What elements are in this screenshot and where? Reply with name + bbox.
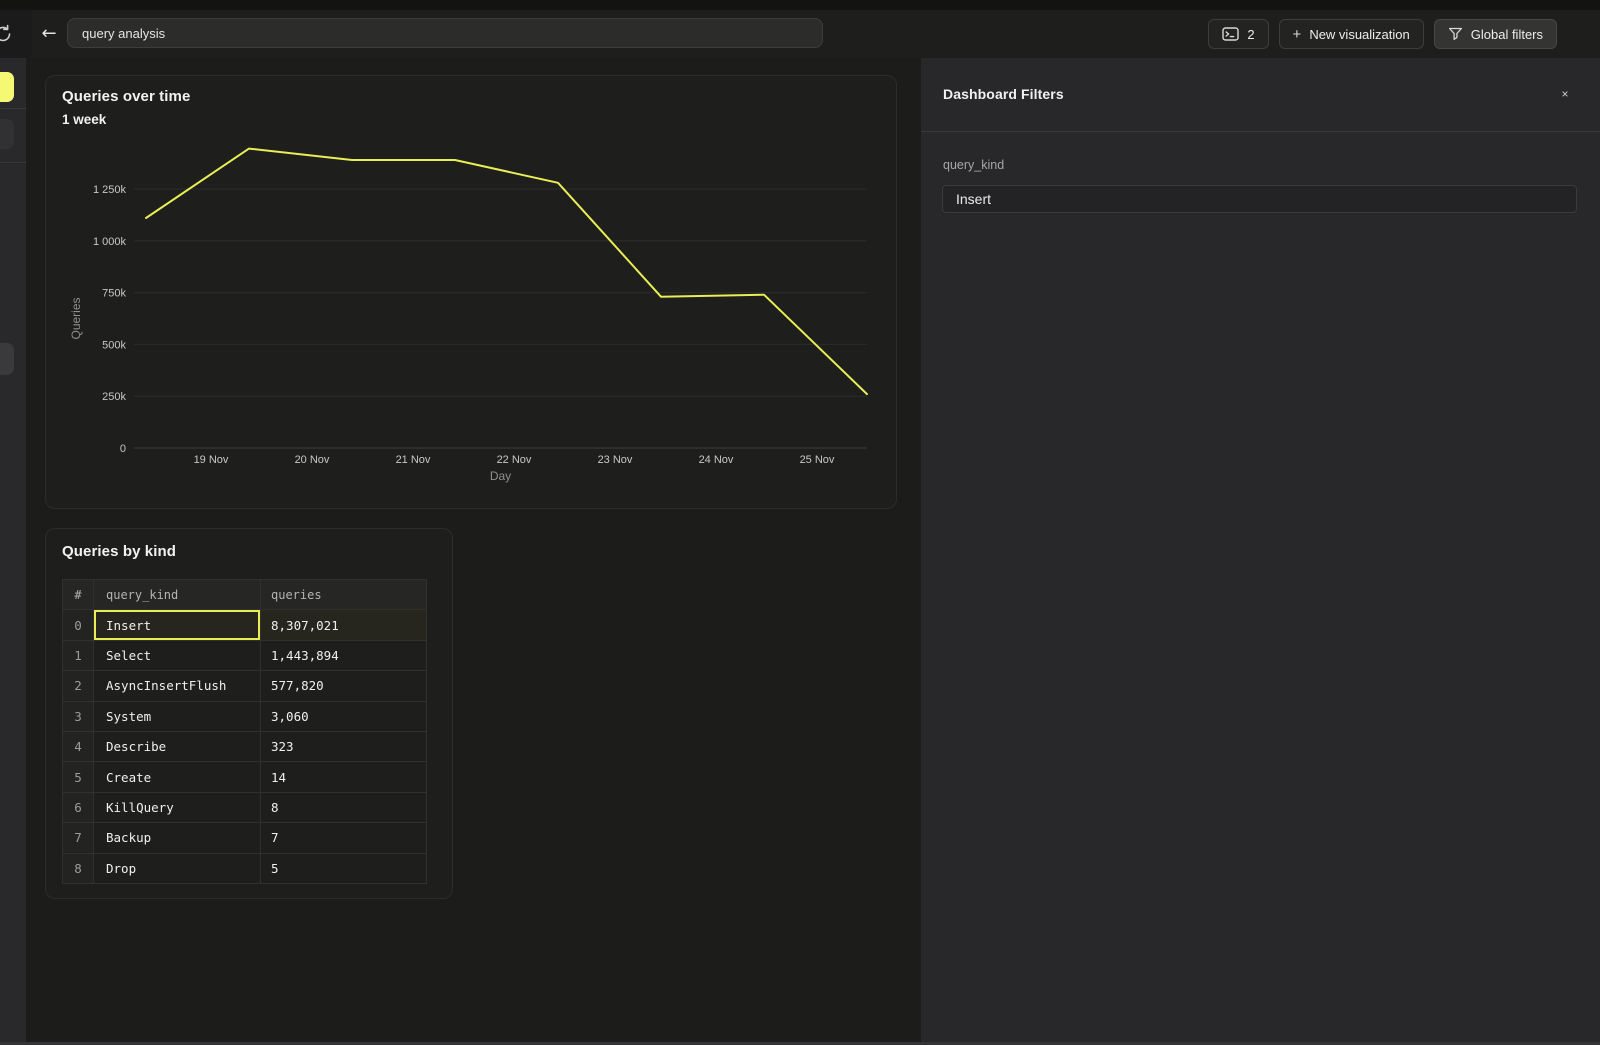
- queries-cell[interactable]: 8: [261, 792, 427, 822]
- sidebar: [0, 58, 26, 1042]
- table-row[interactable]: 6KillQuery8: [63, 792, 427, 822]
- query-kind-cell[interactable]: Create: [94, 762, 261, 792]
- queries-cell[interactable]: 323: [261, 731, 427, 761]
- query-kind-cell[interactable]: AsyncInsertFlush: [94, 671, 261, 701]
- queries-cell[interactable]: 3,060: [261, 701, 427, 731]
- sidebar-item-active[interactable]: [0, 72, 14, 102]
- svg-text:22 Nov: 22 Nov: [497, 454, 532, 466]
- dashboard-filters-panel: Dashboard Filters × query_kind: [921, 58, 1600, 1042]
- sidebar-divider: [0, 108, 26, 109]
- table-row[interactable]: 0Insert8,307,021: [63, 610, 427, 640]
- row-index-cell[interactable]: 7: [63, 823, 94, 853]
- svg-text:1 000k: 1 000k: [93, 236, 127, 248]
- table-row[interactable]: 2AsyncInsertFlush577,820: [63, 671, 427, 701]
- svg-text:750k: 750k: [102, 288, 126, 300]
- svg-text:Day: Day: [490, 469, 511, 483]
- terminal-panel-icon: [1222, 27, 1239, 41]
- new-visualization-label: New visualization: [1309, 27, 1409, 42]
- window-top-edge: [0, 0, 1600, 10]
- row-index-cell[interactable]: 8: [63, 853, 94, 883]
- queries-over-time-card: Queries over time 1 week 0250k500k750k1 …: [45, 75, 897, 509]
- query-kind-cell[interactable]: System: [94, 701, 261, 731]
- svg-text:24 Nov: 24 Nov: [699, 454, 734, 466]
- sidebar-item-2[interactable]: [0, 119, 14, 149]
- svg-text:500k: 500k: [102, 339, 126, 351]
- global-filters-button[interactable]: Global filters: [1434, 19, 1557, 49]
- top-bar: ← 2 + New visualization Global filter: [0, 10, 1600, 59]
- close-icon[interactable]: ×: [1556, 85, 1574, 103]
- svg-text:0: 0: [120, 443, 126, 455]
- top-bar-actions: 2 + New visualization Global filters: [1208, 19, 1557, 49]
- sidebar-item-3[interactable]: [0, 343, 14, 375]
- row-index-cell[interactable]: 4: [63, 731, 94, 761]
- row-index-cell[interactable]: 0: [63, 610, 94, 640]
- console-count-button[interactable]: 2: [1208, 19, 1268, 49]
- new-visualization-button[interactable]: + New visualization: [1279, 19, 1424, 49]
- column-header-query-kind[interactable]: query_kind: [94, 580, 261, 610]
- queries-cell[interactable]: 5: [261, 853, 427, 883]
- row-index-cell[interactable]: 2: [63, 671, 94, 701]
- svg-text:19 Nov: 19 Nov: [194, 454, 229, 466]
- queries-cell[interactable]: 1,443,894: [261, 640, 427, 670]
- queries-cell[interactable]: 7: [261, 823, 427, 853]
- funnel-icon: [1448, 27, 1463, 41]
- table-header-row: # query_kind queries: [63, 580, 427, 610]
- column-header-index[interactable]: #: [63, 580, 94, 610]
- plus-icon: +: [1293, 27, 1302, 42]
- query-kind-filter-input[interactable]: [942, 185, 1577, 213]
- table-title: Queries by kind: [62, 543, 176, 560]
- console-count: 2: [1247, 27, 1254, 42]
- query-kind-cell[interactable]: Drop: [94, 853, 261, 883]
- svg-text:23 Nov: 23 Nov: [598, 454, 633, 466]
- svg-text:20 Nov: 20 Nov: [295, 454, 330, 466]
- column-header-queries[interactable]: queries: [261, 580, 427, 610]
- svg-text:21 Nov: 21 Nov: [396, 454, 431, 466]
- query-kind-cell[interactable]: Describe: [94, 731, 261, 761]
- query-kind-cell[interactable]: KillQuery: [94, 792, 261, 822]
- filters-panel-title: Dashboard Filters: [943, 86, 1064, 102]
- global-filters-label: Global filters: [1471, 27, 1543, 42]
- table-row[interactable]: 8Drop5: [63, 853, 427, 883]
- dashboard-canvas: Queries over time 1 week 0250k500k750k1 …: [26, 58, 921, 1042]
- queries-over-time-chart[interactable]: 0 250k 500k 750k 1 000k 1 250k 19 Nov 20 Nov 21 …: [46, 76, 896, 508]
- filters-panel-header: Dashboard Filters ×: [921, 58, 1600, 132]
- sidebar-divider: [0, 162, 26, 163]
- query-kind-cell[interactable]: Select: [94, 640, 261, 670]
- table-row[interactable]: 3System3,060: [63, 701, 427, 731]
- dashboard-title-input[interactable]: [67, 18, 823, 48]
- svg-text:Queries: Queries: [69, 297, 83, 339]
- queries-by-kind-card: Queries by kind # query_kind queries 0In…: [45, 528, 453, 899]
- filter-field-label: query_kind: [943, 158, 1004, 172]
- back-button[interactable]: ←: [38, 23, 60, 45]
- row-index-cell[interactable]: 3: [63, 701, 94, 731]
- table-row[interactable]: 7Backup7: [63, 823, 427, 853]
- row-index-cell[interactable]: 5: [63, 762, 94, 792]
- svg-text:25 Nov: 25 Nov: [800, 454, 835, 466]
- row-index-cell[interactable]: 6: [63, 792, 94, 822]
- query-kind-cell[interactable]: Backup: [94, 823, 261, 853]
- queries-by-kind-table: # query_kind queries 0Insert8,307,0211Se…: [62, 579, 427, 884]
- queries-cell[interactable]: 14: [261, 762, 427, 792]
- table-row[interactable]: 4Describe323: [63, 731, 427, 761]
- queries-cell[interactable]: 8,307,021: [261, 610, 427, 640]
- refresh-icon[interactable]: [0, 23, 14, 45]
- table-row[interactable]: 5Create14: [63, 762, 427, 792]
- queries-cell[interactable]: 577,820: [261, 671, 427, 701]
- query-kind-cell[interactable]: Insert: [94, 610, 261, 640]
- svg-text:250k: 250k: [102, 391, 126, 403]
- svg-text:1 250k: 1 250k: [93, 184, 127, 196]
- table-row[interactable]: 1Select1,443,894: [63, 640, 427, 670]
- row-index-cell[interactable]: 1: [63, 640, 94, 670]
